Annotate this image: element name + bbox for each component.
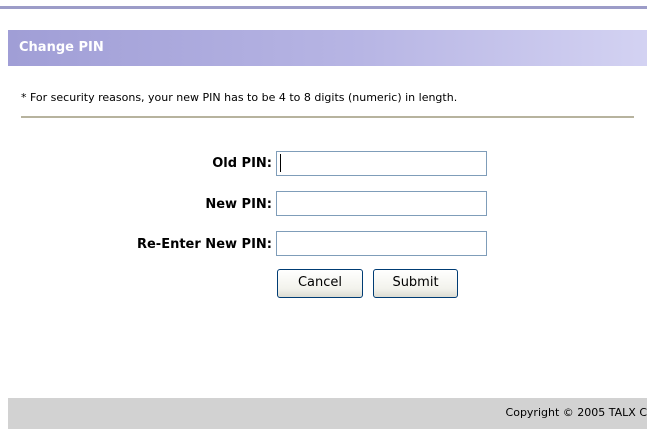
new-pin-label: New PIN:: [205, 197, 272, 212]
footer-bar: Copyright © 2005 TALX C: [8, 398, 647, 429]
old-pin-label: Old PIN:: [212, 156, 272, 171]
copyright-text: Copyright © 2005 TALX C: [505, 406, 647, 419]
note-divider: [21, 116, 634, 118]
submit-button[interactable]: Submit: [373, 269, 458, 298]
reenter-pin-label: Re-Enter New PIN:: [136, 237, 272, 252]
section-title: Change PIN: [19, 40, 104, 55]
new-pin-input[interactable]: [276, 191, 487, 216]
section-header: Change PIN: [8, 30, 647, 66]
top-divider: [0, 6, 647, 9]
cancel-button[interactable]: Cancel: [277, 269, 363, 298]
security-note: * For security reasons, your new PIN has…: [21, 91, 458, 104]
old-pin-input[interactable]: [276, 151, 487, 176]
change-pin-page: Change PIN * For security reasons, your …: [0, 0, 647, 429]
reenter-pin-input[interactable]: [276, 231, 487, 256]
text-cursor: [280, 154, 281, 172]
